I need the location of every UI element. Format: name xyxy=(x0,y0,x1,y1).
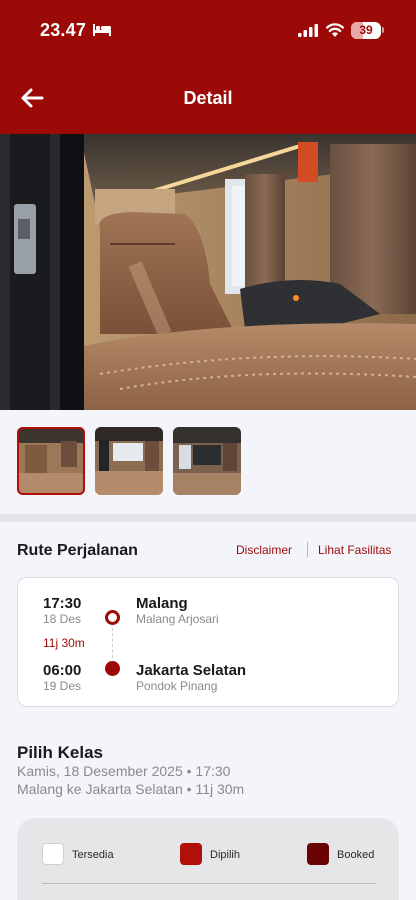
route-card: 17:30 18 Des 11j 30m 06:00 19 Des Malang… xyxy=(17,577,399,707)
app-header: 23.47 39 Detail xyxy=(0,0,416,134)
legend-divider xyxy=(42,883,376,884)
battery-percent: 39 xyxy=(359,23,373,37)
status-time: 23.47 xyxy=(40,20,87,40)
departure-date: 18 Des xyxy=(43,612,82,626)
section-divider xyxy=(0,514,416,522)
bus-interior-photo[interactable] xyxy=(0,134,416,410)
legend-selected-swatch xyxy=(180,843,202,865)
origin-city: Malang xyxy=(136,595,188,612)
gallery-thumbnail[interactable] xyxy=(173,427,241,495)
origin-marker-icon xyxy=(105,610,120,625)
bed-icon xyxy=(93,24,111,36)
battery-icon: 39 xyxy=(351,22,381,39)
battery-nub xyxy=(382,27,384,33)
gallery-thumbnail[interactable] xyxy=(17,427,85,495)
signal-icon xyxy=(298,24,318,37)
link-separator xyxy=(307,542,308,557)
class-heading: Pilih Kelas xyxy=(17,743,103,762)
origin-stop: Malang Arjosari xyxy=(136,612,219,626)
trip-duration: 11j 30m xyxy=(43,636,85,650)
class-route-line: Malang ke Jakarta Selatan • 11j 30m xyxy=(17,781,245,797)
arrival-time: 06:00 xyxy=(43,662,82,679)
status-bar: 23.47 39 xyxy=(0,0,416,62)
destination-city: Jakarta Selatan xyxy=(136,662,247,679)
legend-selected-label: Dipilih xyxy=(210,849,240,861)
arrival-date: 19 Des xyxy=(43,679,82,693)
route-heading: Rute Perjalanan xyxy=(17,542,138,559)
legend-booked-label: Booked xyxy=(337,849,375,861)
legend-available-swatch xyxy=(42,843,64,865)
legend-booked-swatch xyxy=(307,843,329,865)
route-line xyxy=(112,628,113,658)
page-title: Detail xyxy=(183,88,233,108)
wifi-icon xyxy=(326,23,344,37)
legend-available-label: Tersedia xyxy=(72,849,114,861)
departure-time: 17:30 xyxy=(43,595,82,612)
class-date-line: Kamis, 18 Desember 2025 • 17:30 xyxy=(17,763,231,779)
gallery-thumbnail[interactable] xyxy=(95,427,163,495)
disclaimer-link[interactable]: Disclaimer xyxy=(236,543,292,557)
destination-marker-icon xyxy=(105,661,120,676)
facilities-link[interactable]: Lihat Fasilitas xyxy=(318,543,391,557)
destination-stop: Pondok Pinang xyxy=(136,679,218,693)
seat-map-panel: Tersedia Dipilih Booked xyxy=(17,818,399,900)
